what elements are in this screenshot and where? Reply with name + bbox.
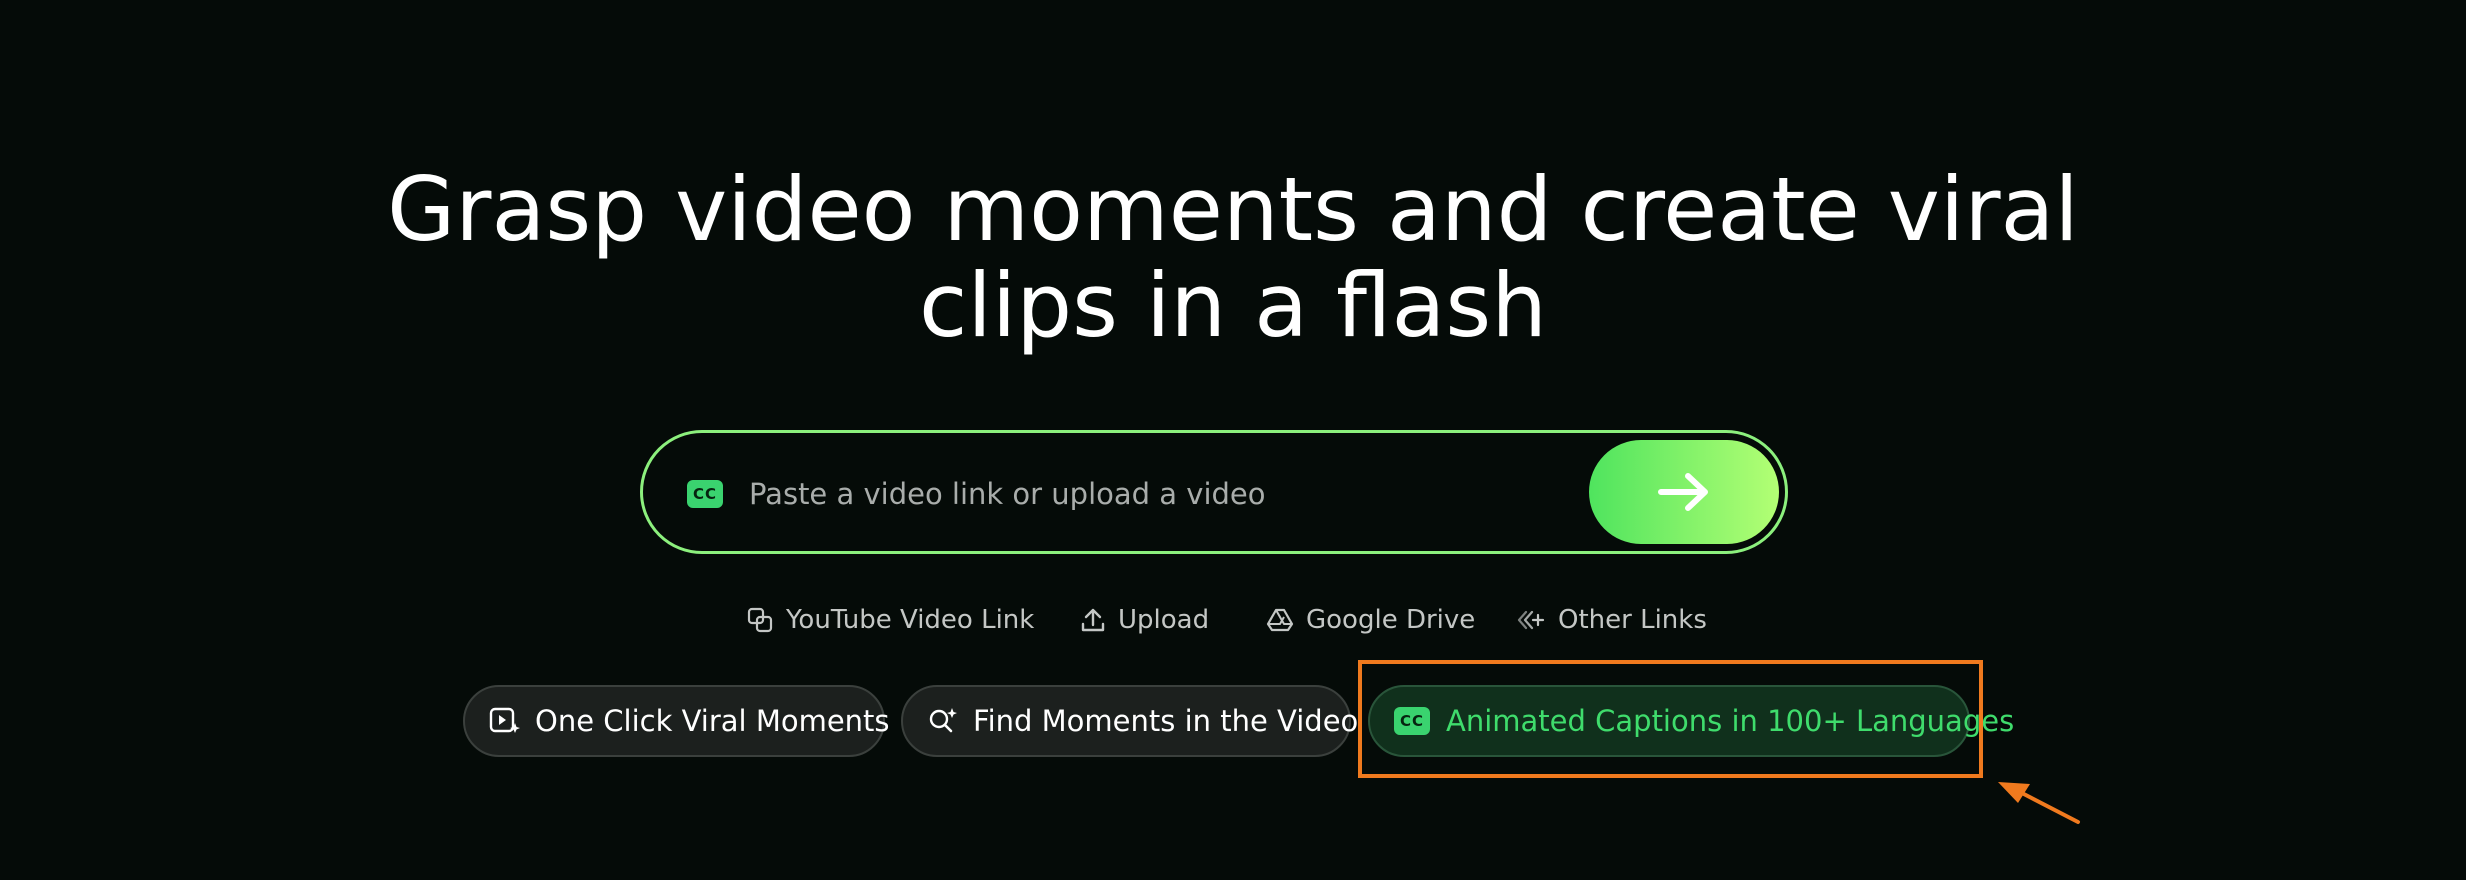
annotation-arrow-icon: [1998, 782, 2080, 824]
